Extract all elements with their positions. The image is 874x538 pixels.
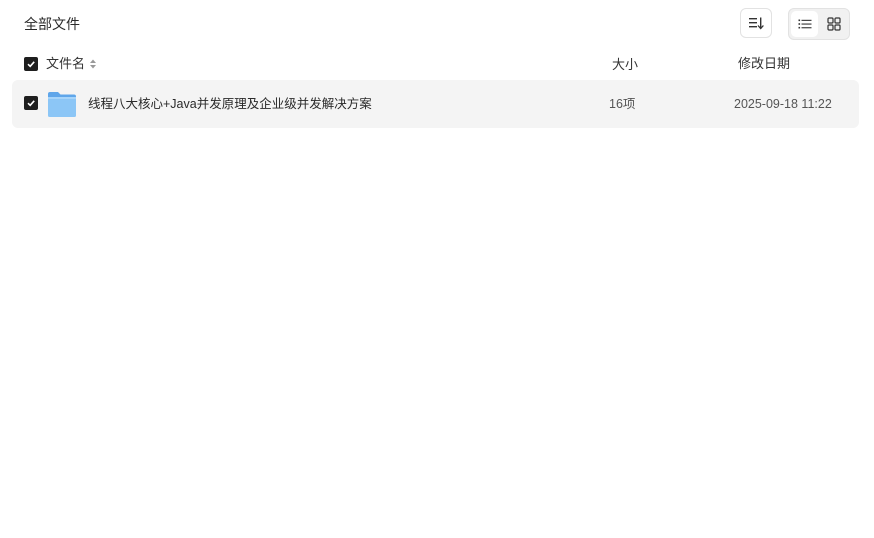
table-row[interactable]: 线程八大核心+Java并发原理及企业级并发解决方案 16项 2025-09-18… (12, 80, 859, 128)
sort-toggle-icon (90, 59, 97, 69)
grid-view-button[interactable] (820, 11, 847, 37)
file-size: 16项 (609, 97, 636, 111)
sort-list-icon (749, 17, 764, 30)
list-view-button[interactable] (791, 11, 818, 37)
file-name[interactable]: 线程八大核心+Java并发原理及企业级并发解决方案 (88, 95, 372, 113)
row-checkbox[interactable] (24, 96, 38, 110)
list-view-icon (798, 19, 811, 29)
file-modified-date: 2025-09-18 11:22 (734, 97, 832, 111)
folder-icon (48, 92, 76, 117)
check-icon (27, 100, 35, 107)
column-header: 文件名 大小 修改日期 (0, 52, 874, 76)
breadcrumb[interactable]: 全部文件 (24, 14, 80, 34)
grid-view-icon (826, 17, 841, 31)
column-name-label: 文件名 (46, 56, 86, 71)
file-browser: 全部文件 文件名 大小 修改日期 线程八大核心+Java并发原理及企业级并发解决… (0, 0, 874, 538)
column-date-header[interactable]: 修改日期 (738, 55, 790, 73)
column-name-header[interactable]: 文件名 (46, 55, 97, 73)
view-switch (788, 8, 850, 40)
check-icon (27, 61, 35, 68)
select-all-checkbox[interactable] (24, 57, 38, 71)
sort-button[interactable] (740, 8, 772, 38)
column-size-header[interactable]: 大小 (612, 56, 638, 74)
